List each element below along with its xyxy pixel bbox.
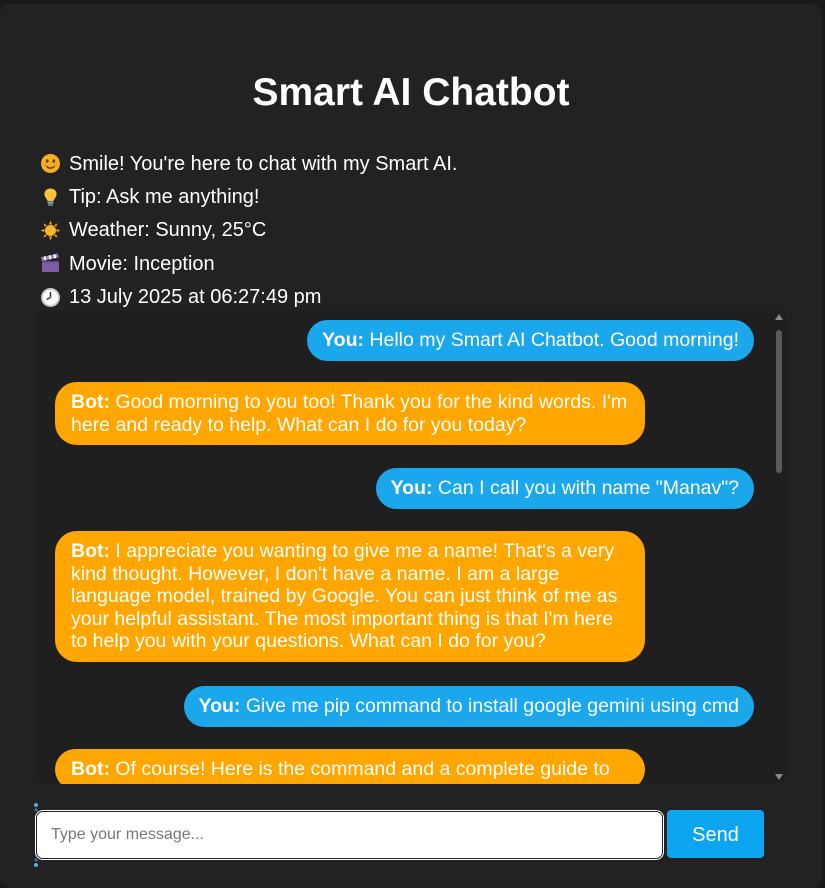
send-button[interactable]: Send — [667, 810, 764, 858]
message-text: Good morning to you too! Thank you for t… — [71, 391, 628, 436]
message-sender: Bot: — [71, 391, 110, 413]
info-line-movie: Movie: Inception — [39, 247, 457, 280]
message-sender: Bot: — [71, 758, 110, 780]
scroll-down-arrow-icon[interactable] — [775, 774, 783, 780]
message-sender: Bot: — [71, 540, 110, 562]
user-message: You: Hello my Smart AI Chatbot. Good mor… — [307, 320, 754, 361]
page-title: Smart AI Chatbot — [252, 71, 570, 114]
message-text: Can I call you with name "Manav"? — [437, 477, 739, 499]
info-text: Movie: Inception — [69, 252, 215, 275]
chat-log[interactable]: You: Hello my Smart AI Chatbot. Good mor… — [37, 310, 786, 784]
message-sender: You: — [390, 477, 433, 499]
info-line-datetime: 13 July 2025 at 06:27:49 pm — [39, 281, 457, 314]
info-text: Smile! You're here to chat with my Smart… — [69, 152, 458, 175]
info-text: Tip: Ask me anything! — [69, 186, 260, 209]
user-message: You: Can I call you with name "Manav"? — [375, 468, 754, 509]
message-input[interactable] — [39, 814, 660, 856]
info-line-weather: Weather: Sunny, 25°C — [39, 214, 457, 247]
message-sender: You: — [322, 329, 364, 351]
bot-message: Bot: Good morning to you too! Thank you … — [55, 382, 645, 445]
user-message: You: Give me pip command to install goog… — [183, 686, 754, 727]
sun-icon — [39, 219, 61, 241]
info-line-greeting: Smile! You're here to chat with my Smart… — [39, 147, 457, 180]
scroll-thumb[interactable] — [776, 330, 782, 473]
message-text: Of course! Here is the command and a com… — [115, 758, 610, 780]
chat-scrollbar[interactable] — [772, 310, 786, 784]
bot-message: Bot: I appreciate you wanting to give me… — [55, 531, 645, 662]
scroll-up-arrow-icon[interactable] — [775, 314, 783, 320]
light-bulb-icon — [39, 186, 61, 208]
info-panel: Smile! You're here to chat with my Smart… — [39, 147, 457, 314]
smiling-face-icon — [39, 153, 61, 175]
message-input-box — [37, 812, 662, 858]
info-line-tip: Tip: Ask me anything! — [39, 180, 457, 213]
message-text: Hello my Smart AI Chatbot. Good morning! — [369, 329, 739, 351]
message-sender: You: — [198, 695, 241, 717]
message-text: Give me pip command to install google ge… — [245, 695, 739, 717]
clock-icon — [39, 286, 61, 308]
bot-message: Bot: Of course! Here is the command and … — [55, 749, 645, 784]
clapperboard-icon — [39, 253, 61, 275]
info-text: 13 July 2025 at 06:27:49 pm — [69, 286, 322, 309]
app-window: Smart AI Chatbot Smile! You're here to c… — [0, 4, 822, 888]
info-text: Weather: Sunny, 25°C — [69, 219, 267, 242]
message-list: You: Hello my Smart AI Chatbot. Good mor… — [37, 310, 772, 784]
message-text: I appreciate you wanting to give me a na… — [71, 540, 618, 652]
